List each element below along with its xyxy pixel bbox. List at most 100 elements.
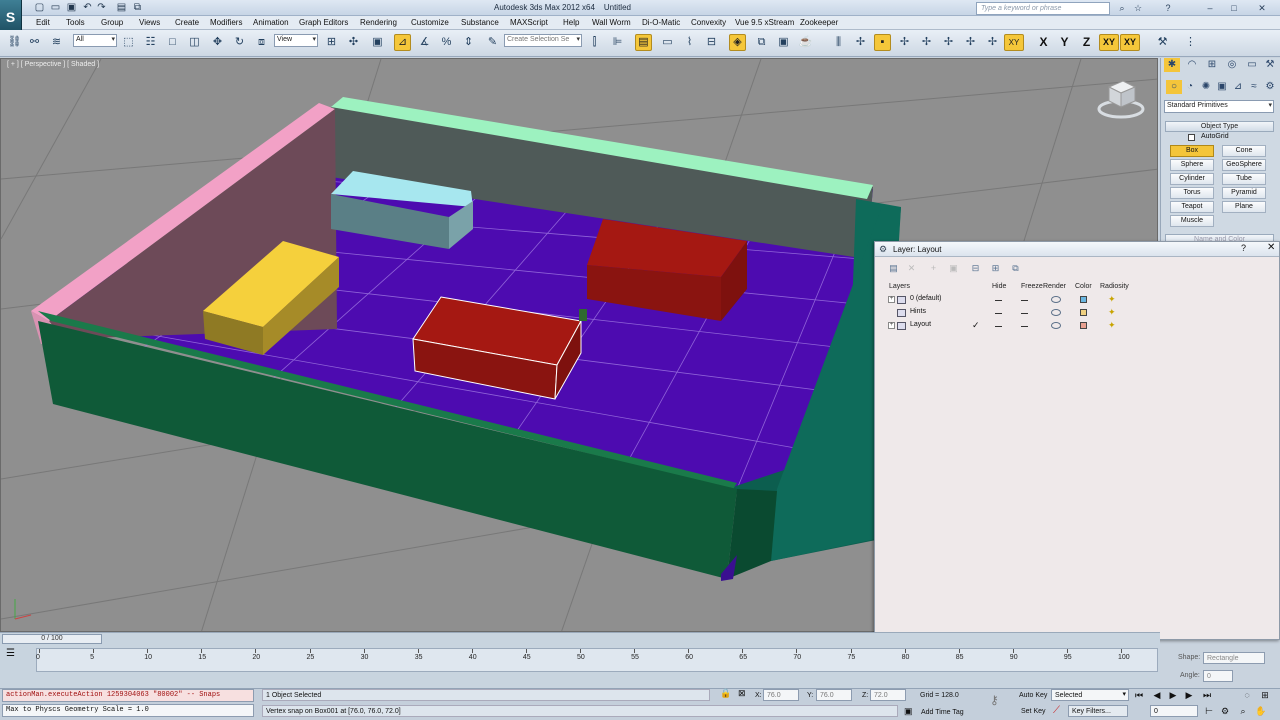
delete-layer-icon[interactable]: ✕ xyxy=(905,262,918,275)
menu-create[interactable]: Create xyxy=(175,18,199,27)
zoom-icon[interactable]: ⌕ xyxy=(1236,705,1250,717)
layer-row[interactable]: + 0 (default) ✦ xyxy=(875,294,1279,307)
current-layer-check-icon[interactable]: ✓ xyxy=(972,320,980,331)
spacewarps-icon[interactable]: ≈ xyxy=(1246,80,1262,94)
expand-icon[interactable]: + xyxy=(888,296,895,303)
reference-coordinate-dropdown[interactable]: View ▾ xyxy=(274,34,318,47)
viewport-label[interactable]: [ + ] [ Perspective ] [ Shaded ] xyxy=(7,61,99,68)
shape-dropdown[interactable]: Rectangle xyxy=(1203,652,1265,664)
col-render[interactable]: Render xyxy=(1043,283,1066,290)
helpers-icon[interactable]: ⊿ xyxy=(1230,80,1246,94)
set-key-button[interactable]: Set Key xyxy=(1021,708,1046,715)
radiosity-icon[interactable]: ✦ xyxy=(1108,307,1116,318)
help-icon[interactable]: ? xyxy=(1241,243,1246,253)
cameras-icon[interactable]: ▣ xyxy=(1214,80,1230,94)
radiosity-icon[interactable]: ✦ xyxy=(1108,294,1116,305)
col-hide[interactable]: Hide xyxy=(992,283,1006,290)
named-selection-sets-dropdown[interactable]: Create Selection Se ▾ xyxy=(504,34,582,47)
unlink-icon[interactable]: ⚯ xyxy=(26,34,43,51)
mini-curve-editor-icon[interactable]: ☰ xyxy=(6,648,15,659)
play-icon[interactable]: ▶ xyxy=(1166,689,1180,701)
axis-z-button[interactable]: Z xyxy=(1078,34,1095,51)
create-layer-icon[interactable]: ▤ xyxy=(887,262,900,275)
rendered-frame-icon[interactable]: ▣ xyxy=(775,34,792,51)
bind-spacewarp-icon[interactable]: ≋ xyxy=(48,34,65,51)
open-file-icon[interactable]: ▭ xyxy=(50,2,61,13)
grip-icon[interactable]: ⋮ xyxy=(1182,34,1199,51)
close-icon[interactable]: ✕ xyxy=(1256,2,1268,14)
geometry-icon[interactable]: ○ xyxy=(1166,80,1182,94)
scale-icon[interactable]: ⧈ xyxy=(253,34,270,51)
lock-icon[interactable]: 🔒 xyxy=(720,688,731,699)
current-frame-input[interactable]: 0 xyxy=(1150,705,1198,717)
go-to-end-icon[interactable]: ⏭ xyxy=(1200,689,1214,701)
keyboard-shortcut-icon[interactable]: ▣ xyxy=(369,34,386,51)
rotate-icon[interactable]: ↻ xyxy=(231,34,248,51)
cone-button[interactable]: Cone xyxy=(1222,145,1266,157)
hold-icon[interactable]: ⧉ xyxy=(132,2,143,13)
menu-convexity[interactable]: Convexity xyxy=(691,18,726,27)
render-icon[interactable]: ☕ xyxy=(797,34,814,51)
render-setup-icon[interactable]: ⧉ xyxy=(753,34,770,51)
teapot-button[interactable]: Teapot xyxy=(1170,201,1214,213)
material-editor-icon[interactable]: ◈ xyxy=(729,34,746,51)
select-object-icon[interactable]: ⬚ xyxy=(120,34,137,51)
extra-tool-8-icon[interactable]: ✢ xyxy=(984,34,1001,51)
move-icon[interactable]: ✥ xyxy=(209,34,226,51)
col-radiosity[interactable]: Radiosity xyxy=(1100,283,1129,290)
snaps-toggle-icon[interactable]: ⊿ xyxy=(394,34,411,51)
undo-icon[interactable]: ↶ xyxy=(82,2,93,13)
time-slider[interactable]: 0 / 100 xyxy=(2,634,102,644)
time-tag-icon[interactable]: ▣ xyxy=(904,706,913,717)
render-toggle-icon[interactable] xyxy=(1051,309,1061,316)
extra-tool-4-icon[interactable]: ✢ xyxy=(896,34,913,51)
primitive-category-dropdown[interactable]: Standard Primitives ▾ xyxy=(1164,100,1274,113)
add-time-tag[interactable]: Add Time Tag xyxy=(921,709,964,716)
layer-color-swatch[interactable] xyxy=(1080,322,1087,329)
hammer-icon[interactable]: ⚒ xyxy=(1154,34,1171,51)
key-mode-toggle-icon[interactable]: ⊢ xyxy=(1202,705,1216,717)
extra-axis-xy-button[interactable]: XY xyxy=(1004,34,1024,51)
angle-input[interactable]: 0 xyxy=(1203,670,1233,682)
systems-icon[interactable]: ⚙ xyxy=(1262,80,1278,94)
utilities-tab-icon[interactable]: ⚒ xyxy=(1262,58,1278,72)
window-crossing-icon[interactable]: ◫ xyxy=(186,34,203,51)
render-toggle-icon[interactable] xyxy=(1051,296,1061,303)
layer-color-swatch[interactable] xyxy=(1080,296,1087,303)
select-objects-icon[interactable]: ▣ xyxy=(947,262,960,275)
sphere-button[interactable]: Sphere xyxy=(1170,159,1214,171)
percent-snap-icon[interactable]: % xyxy=(438,34,455,51)
y-coordinate-input[interactable]: 76.0 xyxy=(816,689,852,701)
extra-tool-7-icon[interactable]: ✢ xyxy=(962,34,979,51)
viewcube[interactable] xyxy=(1097,80,1145,119)
rectangular-selection-icon[interactable]: □ xyxy=(164,34,181,51)
menu-group[interactable]: Group xyxy=(101,18,123,27)
search-icon[interactable]: ⌕ xyxy=(1116,2,1128,14)
maxscript-listener-line-1[interactable]: actionMan.executeAction 1259304063 "8000… xyxy=(2,689,254,702)
menu-animation[interactable]: Animation xyxy=(253,18,289,27)
menu-rendering[interactable]: Rendering xyxy=(360,18,397,27)
menu-graph-editors[interactable]: Graph Editors xyxy=(299,18,348,27)
project-folder-icon[interactable]: ▤ xyxy=(116,2,127,13)
hide-all-icon[interactable]: ⊞ xyxy=(989,262,1002,275)
extra-tool-6-icon[interactable]: ✢ xyxy=(940,34,957,51)
geosphere-button[interactable]: GeoSphere xyxy=(1222,159,1266,171)
menu-help[interactable]: Help xyxy=(563,18,579,27)
curve-editor-icon[interactable]: ⌇ xyxy=(681,34,698,51)
application-menu-button[interactable]: S xyxy=(0,0,22,34)
pyramid-button[interactable]: Pyramid xyxy=(1222,187,1266,199)
object-type-rollout[interactable]: Object Type xyxy=(1165,121,1274,132)
key-filters-button[interactable]: Key Filters... xyxy=(1068,705,1128,717)
menu-maxscript[interactable]: MAXScript xyxy=(510,18,548,27)
highlight-selected-icon[interactable]: ⊟ xyxy=(969,262,982,275)
hierarchy-tab-icon[interactable]: ⊞ xyxy=(1204,58,1220,72)
select-manipulate-icon[interactable]: ✣ xyxy=(345,34,362,51)
extra-tool-2-icon[interactable]: ✢ xyxy=(852,34,869,51)
layer-color-swatch[interactable] xyxy=(1080,309,1087,316)
mirror-icon[interactable]: ⫿ xyxy=(586,34,603,51)
link-icon[interactable]: ⛓ xyxy=(6,34,23,51)
menu-views[interactable]: Views xyxy=(139,18,160,27)
extra-tool-5-icon[interactable]: ✢ xyxy=(918,34,935,51)
absolute-mode-icon[interactable]: ⊠ xyxy=(738,688,746,699)
spinner-snap-icon[interactable]: ⇕ xyxy=(460,34,477,51)
